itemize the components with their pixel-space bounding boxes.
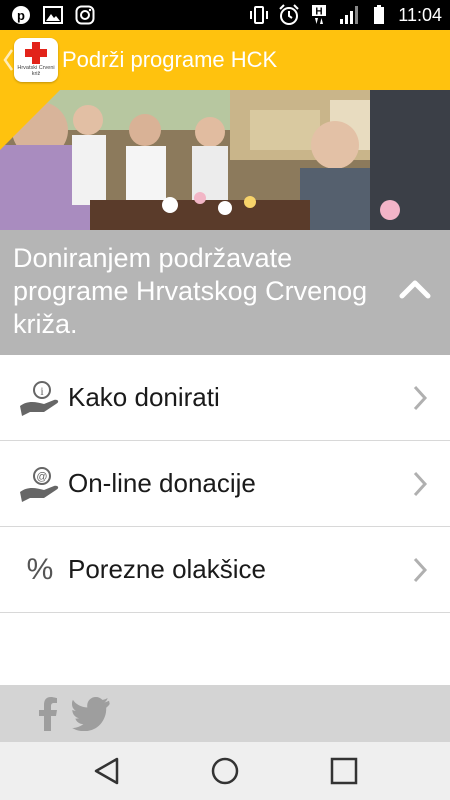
chevron-right-icon [412, 384, 428, 412]
chevron-right-icon [412, 470, 428, 498]
hero-photo [0, 90, 450, 230]
back-icon[interactable] [92, 756, 122, 786]
menu-list: i Kako donirati @ On-line donacije % Por… [0, 355, 450, 613]
list-item-label: On-line donacije [68, 468, 256, 498]
chevron-up-icon[interactable] [398, 276, 432, 302]
status-left-icons: p [10, 4, 96, 26]
home-icon[interactable] [210, 756, 240, 786]
system-nav-bar [0, 742, 450, 800]
alarm-icon [278, 4, 300, 26]
list-item-label: Kako donirati [68, 382, 220, 412]
at-hand-icon: @ [18, 462, 62, 506]
back-chevron-icon[interactable] [2, 48, 14, 72]
info-banner: Doniranjem podržavate programe Hrvatskog… [0, 230, 450, 355]
svg-text:p: p [17, 8, 25, 23]
list-item-porezne-olaksice[interactable]: % Porezne olakšice [0, 527, 450, 613]
svg-text:@: @ [36, 471, 47, 483]
pinterest-icon: p [10, 4, 32, 26]
chevron-right-icon [412, 556, 428, 584]
list-item-online-donacije[interactable]: @ On-line donacije [0, 441, 450, 527]
data-h-icon: H [308, 4, 330, 26]
list-item-kako-donirati[interactable]: i Kako donirati [0, 355, 450, 441]
signal-icon [338, 4, 360, 26]
banner-text: Doniranjem podržavate programe Hrvatskog… [13, 243, 368, 339]
facebook-icon[interactable] [38, 697, 58, 731]
page-title: Podrži programe HCK [62, 47, 278, 72]
vibrate-icon [248, 4, 270, 26]
red-cross-icon [25, 42, 47, 64]
svg-text:i: i [40, 384, 44, 398]
status-time: 11:04 [398, 5, 442, 25]
logo-text: Hrvatski Crveni križ [17, 65, 55, 77]
svg-text:H: H [316, 7, 323, 18]
status-right-icons: H 11:04 [248, 4, 442, 26]
instagram-icon [74, 4, 96, 26]
image-icon [42, 4, 64, 26]
social-footer [0, 685, 450, 742]
twitter-icon[interactable] [72, 697, 112, 732]
info-hand-icon: i [18, 376, 62, 420]
recents-icon[interactable] [329, 756, 359, 786]
battery-icon [368, 4, 390, 26]
app-bar: Hrvatski Crveni križ Podrži programe HCK [0, 30, 450, 90]
status-bar: p H 11:04 [0, 0, 450, 30]
app-logo[interactable]: Hrvatski Crveni križ [14, 38, 58, 82]
percent-icon: % [26, 553, 54, 586]
list-item-label: Porezne olakšice [68, 554, 266, 584]
